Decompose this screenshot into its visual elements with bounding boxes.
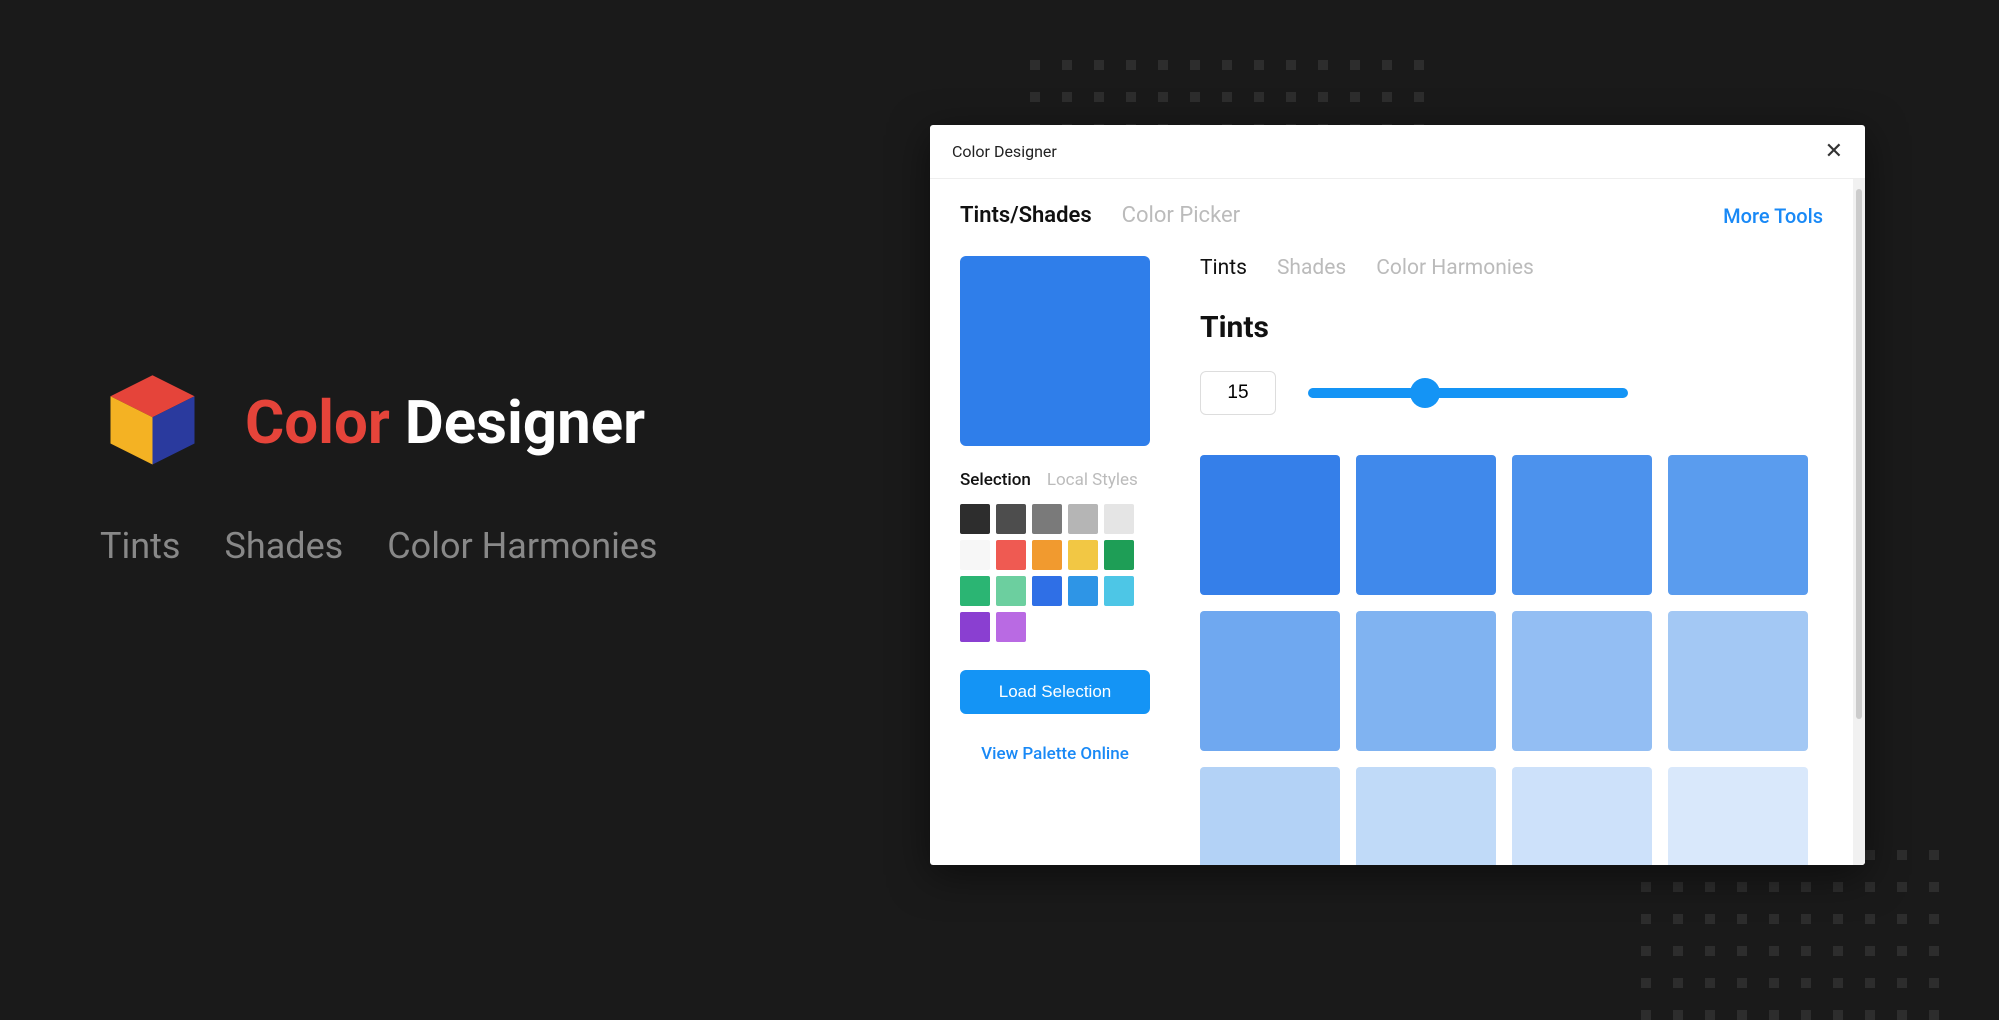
selection-swatch-grid — [960, 504, 1160, 642]
tint-swatch[interactable] — [1356, 455, 1496, 595]
count-slider-row — [1200, 371, 1823, 415]
tint-result-grid — [1200, 455, 1823, 865]
selection-swatch[interactable] — [1104, 540, 1134, 570]
section-title: Tints — [1200, 310, 1823, 345]
tab-color-picker[interactable]: Color Picker — [1122, 203, 1240, 228]
selection-swatch[interactable] — [960, 504, 990, 534]
tint-swatch[interactable] — [1200, 455, 1340, 595]
plugin-window: Color Designer ✕ Tints/Shades Color Pick… — [930, 125, 1865, 865]
hero-title-rest: Designer — [390, 387, 645, 458]
load-selection-button[interactable]: Load Selection — [960, 670, 1150, 714]
scrollbar-thumb[interactable] — [1856, 189, 1862, 719]
left-panel: Selection Local Styles Load Selection Vi… — [960, 256, 1160, 865]
more-tools-link[interactable]: More Tools — [1723, 204, 1823, 228]
mode-tab-shades[interactable]: Shades — [1277, 256, 1346, 280]
selection-swatch[interactable] — [1068, 576, 1098, 606]
selection-swatch[interactable] — [996, 576, 1026, 606]
tint-swatch[interactable] — [1512, 767, 1652, 865]
tint-count-input[interactable] — [1200, 371, 1276, 415]
selection-swatch[interactable] — [1104, 576, 1134, 606]
selection-swatch[interactable] — [996, 504, 1026, 534]
view-palette-link[interactable]: View Palette Online — [960, 744, 1150, 764]
decorative-dot-grid-bottom — [1641, 850, 1939, 1020]
hero-subtitle-row: Tints Shades Color Harmonies — [100, 525, 658, 567]
hero-sub-harmonies: Color Harmonies — [387, 525, 657, 567]
tint-swatch[interactable] — [1512, 455, 1652, 595]
selected-color-swatch[interactable] — [960, 256, 1150, 446]
side-tab-local-styles[interactable]: Local Styles — [1047, 470, 1138, 490]
mode-tab-row: Tints Shades Color Harmonies — [1200, 256, 1823, 280]
hero-section: Color Designer Tints Shades Color Harmon… — [100, 370, 658, 567]
tint-swatch[interactable] — [1200, 611, 1340, 751]
selection-swatch[interactable] — [960, 576, 990, 606]
slider-thumb-icon[interactable] — [1410, 378, 1440, 408]
selection-swatch[interactable] — [1068, 504, 1098, 534]
main-panel: Tints Shades Color Harmonies Tints — [1200, 256, 1823, 865]
logo-cube-icon — [100, 370, 205, 475]
hero-sub-tints: Tints — [100, 525, 180, 567]
tint-swatch[interactable] — [1668, 611, 1808, 751]
window-title: Color Designer — [952, 142, 1057, 161]
tint-swatch[interactable] — [1200, 767, 1340, 865]
selection-swatch[interactable] — [960, 612, 990, 642]
side-tab-selection[interactable]: Selection — [960, 470, 1031, 490]
selection-swatch[interactable] — [1032, 504, 1062, 534]
tint-swatch[interactable] — [1668, 767, 1808, 865]
tab-tints-shades[interactable]: Tints/Shades — [960, 203, 1092, 228]
selection-swatch[interactable] — [1104, 504, 1134, 534]
tint-swatch[interactable] — [1512, 611, 1652, 751]
selection-swatch[interactable] — [1068, 540, 1098, 570]
tint-swatch[interactable] — [1356, 611, 1496, 751]
tint-swatch[interactable] — [1668, 455, 1808, 595]
side-tab-row: Selection Local Styles — [960, 470, 1160, 490]
selection-swatch[interactable] — [996, 540, 1026, 570]
top-tab-row: Tints/Shades Color Picker More Tools — [960, 203, 1823, 228]
window-titlebar: Color Designer ✕ — [930, 125, 1865, 179]
selection-swatch[interactable] — [996, 612, 1026, 642]
hero-title: Color Designer — [245, 387, 645, 458]
selection-swatch[interactable] — [1032, 540, 1062, 570]
mode-tab-tints[interactable]: Tints — [1200, 256, 1247, 280]
selection-swatch[interactable] — [1032, 576, 1062, 606]
hero-sub-shades: Shades — [224, 525, 343, 567]
scrollbar[interactable] — [1853, 179, 1865, 865]
tint-count-slider[interactable] — [1308, 388, 1628, 398]
hero-title-accent: Color — [245, 387, 390, 458]
mode-tab-harmonies[interactable]: Color Harmonies — [1376, 256, 1534, 280]
tint-swatch[interactable] — [1356, 767, 1496, 865]
close-icon[interactable]: ✕ — [1825, 141, 1843, 163]
selection-swatch[interactable] — [960, 540, 990, 570]
